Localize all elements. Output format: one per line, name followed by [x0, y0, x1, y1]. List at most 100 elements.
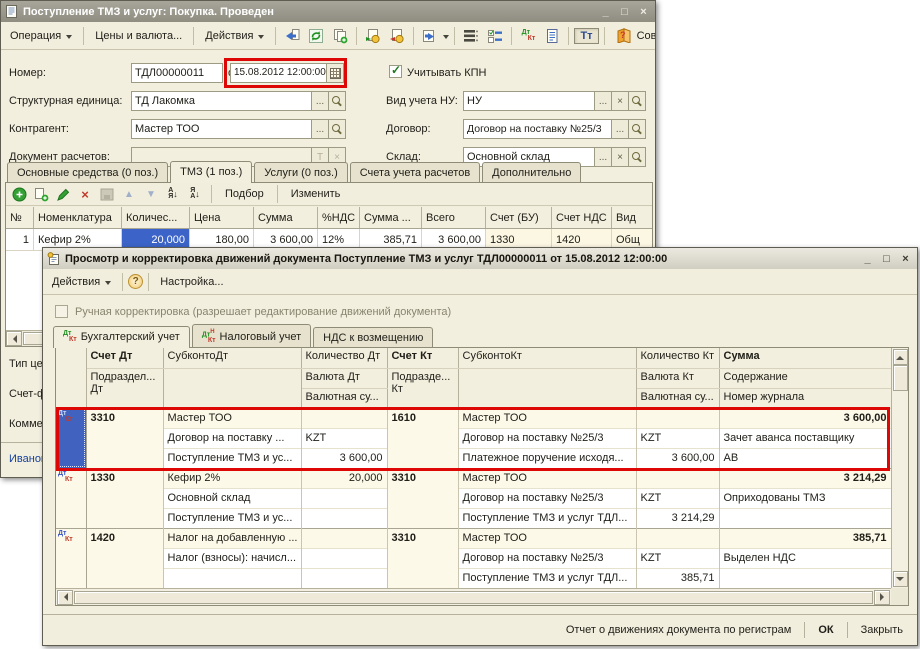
edit-row-button[interactable] [54, 186, 72, 203]
window-titlebar[interactable]: Просмотр и корректировка движений докуме… [43, 248, 917, 269]
credit-subconto-cell[interactable]: Поступление ТМЗ и услуг ТДЛ... [458, 568, 636, 588]
end-edit-button-disabled[interactable] [98, 186, 116, 203]
change-button[interactable]: Изменить [285, 186, 347, 202]
movement-line-3[interactable]: Поступление ТМЗ и ус... Поступление ТМЗ и… [56, 508, 891, 528]
sort-desc-button[interactable]: ЯА↓ [186, 186, 204, 203]
nu-kind-input[interactable]: НУ ... × [463, 91, 646, 111]
add-row-button[interactable] [10, 186, 28, 203]
credit-currency-amount-cell[interactable]: 385,71 [636, 568, 719, 588]
clear-button[interactable]: × [611, 92, 628, 110]
credit-subconto-cell[interactable]: Мастер ТОО [458, 528, 636, 548]
credit-currency-amount-cell[interactable]: 3 214,29 [636, 508, 719, 528]
close-icon[interactable]: × [898, 252, 913, 266]
post-movements-button[interactable] [362, 26, 384, 46]
sort-asc-button[interactable]: АЯ↓ [164, 186, 182, 203]
checklist-button[interactable] [484, 26, 506, 46]
credit-quantity-cell[interactable] [636, 468, 719, 488]
tab-accounting[interactable]: ДтКт Бухгалтерский учет [53, 326, 190, 348]
copy-button[interactable] [329, 26, 351, 46]
select-button[interactable]: ... [594, 148, 611, 166]
cell-num[interactable]: 1 [6, 229, 34, 250]
amount-cell[interactable]: 385,71 [719, 528, 891, 548]
lookup-button[interactable] [628, 148, 645, 166]
tab-services[interactable]: Услуги (0 поз.) [254, 162, 347, 182]
credit-account-cell[interactable]: 3310 [387, 528, 458, 588]
movement-line-2[interactable]: Основной складДоговор на поставку №25/3K… [56, 488, 891, 508]
actions-menu[interactable]: Действия [199, 27, 270, 45]
actions-menu[interactable]: Действия [46, 273, 117, 291]
credit-currency-cell[interactable]: KZT [636, 488, 719, 508]
debit-subconto-cell[interactable]: Налог (взносы): начисл... [163, 548, 301, 568]
lookup-button[interactable] [328, 92, 345, 110]
select-button[interactable]: ... [594, 92, 611, 110]
counterparty-input[interactable]: Мастер ТОО ... [131, 119, 346, 139]
minimize-icon[interactable]: _ [598, 5, 613, 19]
close-button[interactable]: Закрыть [857, 621, 907, 639]
content-cell[interactable]: Оприходованы ТМЗ [719, 488, 891, 508]
journal-number-cell[interactable] [719, 568, 891, 588]
content-cell[interactable]: Выделен НДС [719, 548, 891, 568]
window-titlebar[interactable]: Поступление ТМЗ и услуг: Покупка. Провед… [1, 1, 655, 22]
debit-subconto-cell[interactable]: Поступление ТМЗ и ус... [163, 508, 301, 528]
select-button[interactable]: ... [311, 92, 328, 110]
credit-account-cell[interactable]: 3310 [387, 468, 458, 528]
tab-vat-refund[interactable]: НДС к возмещению [313, 327, 433, 347]
structural-unit-input[interactable]: ТД Лакомка ... [131, 91, 346, 111]
tab-additional[interactable]: Дополнительно [482, 162, 581, 182]
debit-currency-cell[interactable] [301, 548, 387, 568]
prices-currency-menu[interactable]: Цены и валюта... [89, 27, 188, 45]
minimize-icon[interactable]: _ [860, 252, 875, 266]
operation-menu[interactable]: Операция [4, 27, 78, 45]
movement-line-main[interactable]: ДтКт1420Налог на добавленную ...3310Маст… [56, 528, 891, 548]
chevron-down-icon[interactable] [443, 35, 449, 39]
manual-correction-checkbox[interactable] [55, 305, 68, 318]
maximize-icon[interactable]: □ [617, 5, 632, 19]
credit-subconto-cell[interactable]: Поступление ТМЗ и услуг ТДЛ... [458, 508, 636, 528]
movements-vscrollbar[interactable] [891, 348, 908, 588]
debit-currency-cell[interactable] [301, 488, 387, 508]
clear-button[interactable]: × [611, 148, 628, 166]
kpn-checkbox[interactable]: ✓ [389, 65, 402, 78]
scroll-left-button[interactable] [6, 331, 22, 346]
ok-button[interactable]: ОК [814, 621, 837, 639]
registers-report-button[interactable]: Отчет о движениях документа по регистрам [562, 621, 796, 639]
credit-subconto-cell[interactable]: Договор на поставку №25/3 [458, 548, 636, 568]
copy-row-button[interactable] [32, 186, 50, 203]
goto-button[interactable] [419, 26, 441, 46]
number-input[interactable]: ТДЛ00000011 [131, 63, 223, 83]
debit-subconto-cell[interactable]: Основной склад [163, 488, 301, 508]
delete-row-button[interactable]: × [76, 186, 94, 203]
move-up-button[interactable]: ▲ [120, 186, 138, 203]
settings-button[interactable]: Настройка... [154, 273, 229, 291]
debit-quantity-cell[interactable]: 20,000 [301, 468, 387, 488]
contract-input[interactable]: Договор на поставку №25/3 ... [463, 119, 646, 139]
movement-line-2[interactable]: Налог (взносы): начисл... Договор на пост… [56, 548, 891, 568]
movement-line-main[interactable]: ДтКт1330Кефир 2%20,0003310Мастер ТОО3 21… [56, 468, 891, 488]
debit-account-cell[interactable]: 1330 [86, 468, 163, 528]
debit-currency-amount-cell[interactable] [301, 508, 387, 528]
close-icon[interactable]: × [636, 5, 651, 19]
scroll-thumb[interactable] [74, 591, 873, 604]
unpost-movements-button[interactable] [386, 26, 408, 46]
credit-quantity-cell[interactable] [636, 528, 719, 548]
tab-tax-accounting[interactable]: ДтНКт Налоговый учет [192, 324, 311, 347]
debit-subconto-cell[interactable] [163, 568, 301, 588]
debit-account-cell[interactable]: 1420 [86, 528, 163, 588]
lookup-button[interactable] [328, 120, 345, 138]
debit-quantity-cell[interactable] [301, 528, 387, 548]
dtkt-row-icon-cell[interactable]: ДтКт [56, 468, 86, 528]
journal-number-cell[interactable] [719, 508, 891, 528]
debit-subconto-cell[interactable]: Кефир 2% [163, 468, 301, 488]
help-icon[interactable]: ? [128, 274, 143, 289]
scroll-down-button[interactable] [893, 571, 908, 587]
post-document-button[interactable] [305, 26, 327, 46]
advice-button[interactable]: ? Советы [610, 25, 655, 46]
scroll-thumb[interactable] [893, 365, 908, 391]
tab-settlement-accounts[interactable]: Счета учета расчетов [350, 162, 480, 182]
tab-fixed-assets[interactable]: Основные средства (0 поз.) [7, 162, 168, 182]
dtkt-row-icon-cell[interactable]: ДтКт [56, 528, 86, 588]
scroll-left-button[interactable] [57, 590, 73, 605]
debit-currency-amount-cell[interactable] [301, 568, 387, 588]
totals-toggle-button[interactable]: Тт [574, 28, 598, 44]
scroll-up-button[interactable] [893, 349, 908, 365]
